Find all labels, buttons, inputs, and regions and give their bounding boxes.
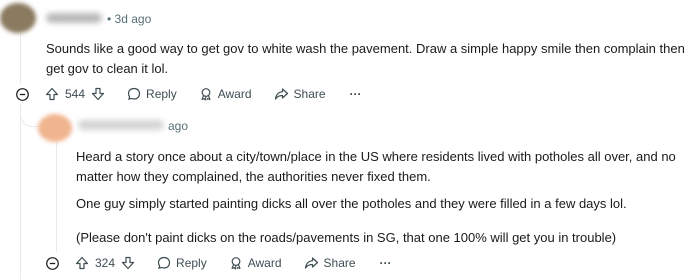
award-icon (229, 256, 243, 270)
downvote-button[interactable] (91, 87, 105, 101)
comment-paragraph: One guy simply started painting dicks al… (76, 196, 627, 211)
collapse-icon[interactable] (46, 256, 59, 270)
downvote-icon (91, 87, 105, 101)
more-options-icon[interactable]: ··· (380, 256, 392, 270)
timestamp: • 3d ago (107, 12, 152, 26)
share-icon (304, 256, 319, 270)
downvote-icon (121, 256, 135, 270)
comment-bubble-icon (127, 87, 141, 101)
reply-label: Reply (176, 256, 207, 270)
award-icon (199, 87, 213, 101)
award-button[interactable]: Award (199, 87, 252, 101)
comment-paragraph: (Please don't paint dicks on the roads/p… (76, 230, 617, 245)
thread-line-reply (56, 142, 57, 252)
comment-actions: 544 Reply Award Share ··· (16, 84, 362, 104)
comment-bubble-icon (157, 256, 171, 270)
upvote-icon (45, 87, 59, 101)
downvote-button[interactable] (121, 256, 135, 270)
award-label: Award (247, 256, 282, 270)
collapse-icon[interactable] (16, 87, 29, 101)
avatar[interactable] (38, 114, 72, 142)
share-button[interactable]: Share (304, 256, 356, 270)
thread-line-main (20, 104, 21, 279)
comment-paragraph: Heard a story once about a city/town/pla… (76, 149, 676, 184)
vote-count: 544 (65, 87, 86, 101)
upvote-button[interactable] (45, 87, 59, 101)
timestamp: ago (168, 119, 189, 133)
more-options-icon[interactable]: ··· (350, 87, 362, 101)
award-label: Award (217, 87, 252, 101)
share-button[interactable]: Share (274, 87, 326, 101)
thread-line-top (20, 34, 21, 84)
upvote-icon (75, 256, 89, 270)
username[interactable] (46, 13, 102, 23)
reply-button[interactable]: Reply (157, 256, 207, 270)
share-icon (274, 87, 289, 101)
vote-count: 324 (95, 256, 116, 270)
comment-actions: 324 Reply Award Share ··· (46, 253, 392, 273)
award-button[interactable]: Award (229, 256, 282, 270)
share-label: Share (293, 87, 326, 101)
upvote-button[interactable] (75, 256, 89, 270)
reply-label: Reply (146, 87, 177, 101)
username[interactable] (78, 120, 164, 130)
share-label: Share (323, 256, 356, 270)
reply-button[interactable]: Reply (127, 87, 177, 101)
comment-body: Sounds like a good way to get gov to whi… (46, 41, 685, 76)
avatar[interactable] (0, 3, 36, 33)
